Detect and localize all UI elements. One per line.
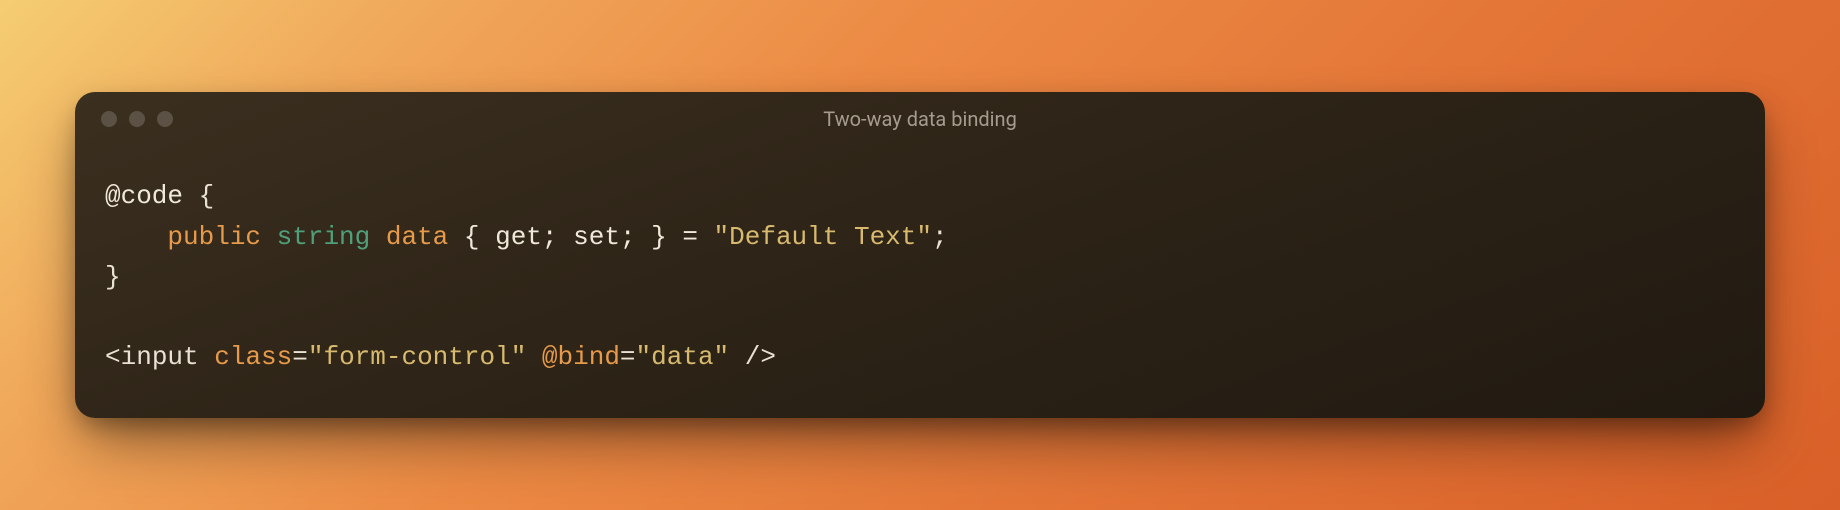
code-token: {	[183, 181, 214, 211]
code-token: { get; set; } =	[448, 222, 713, 252]
code-token: <	[105, 342, 121, 372]
code-token: public	[167, 222, 261, 252]
code-token	[526, 342, 542, 372]
code-token: class	[214, 342, 292, 372]
code-token: string	[277, 222, 371, 252]
code-token: data	[386, 222, 448, 252]
code-window: Two-way data binding @code { public stri…	[75, 92, 1765, 417]
code-token: ;	[932, 222, 948, 252]
code-token: />	[729, 342, 776, 372]
code-block: @code { public string data { get; set; }…	[75, 146, 1765, 417]
code-token: =	[620, 342, 636, 372]
maximize-icon[interactable]	[157, 111, 173, 127]
traffic-lights	[75, 111, 173, 127]
code-token	[199, 342, 215, 372]
code-token: =	[292, 342, 308, 372]
code-token: @code	[105, 181, 183, 211]
code-token: @bind	[542, 342, 620, 372]
code-token: input	[121, 342, 199, 372]
minimize-icon[interactable]	[129, 111, 145, 127]
code-token: "data"	[636, 342, 730, 372]
close-icon[interactable]	[101, 111, 117, 127]
code-token: "Default Text"	[714, 222, 932, 252]
code-token: }	[105, 262, 121, 292]
window-titlebar: Two-way data binding	[75, 92, 1765, 146]
code-token: "form-control"	[308, 342, 526, 372]
window-title: Two-way data binding	[75, 107, 1765, 131]
